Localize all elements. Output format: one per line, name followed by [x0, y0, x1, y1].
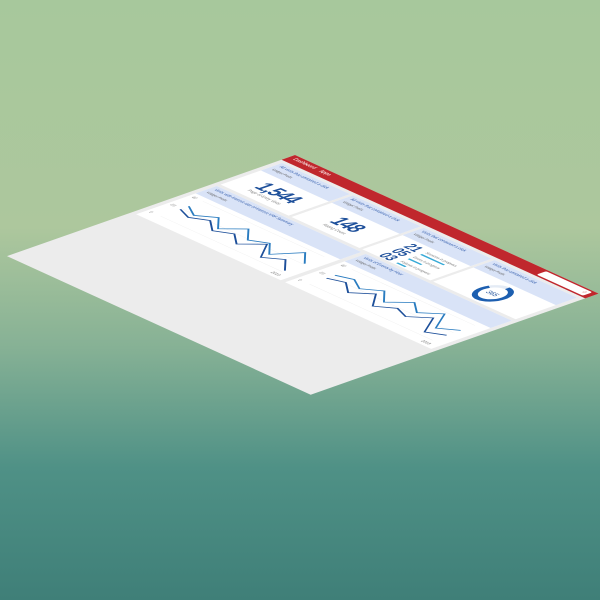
y-tick-label: 0	[297, 279, 305, 282]
y-tick-label: 40	[190, 196, 200, 200]
y-tick-label: 20	[318, 271, 328, 275]
y-tick-label: 0	[148, 211, 156, 214]
donut-value: 365	[483, 290, 502, 298]
scene: Dashboard Apps ⌕ All visits that contain…	[0, 0, 600, 600]
dashboard-panel: Dashboard Apps ⌕ All visits that contain…	[7, 155, 599, 395]
y-tick-label: 40	[339, 264, 349, 268]
grid-line	[309, 284, 433, 341]
search-icon[interactable]: ⌕	[579, 290, 590, 294]
nav-apps[interactable]: Apps	[317, 170, 333, 177]
y-tick-label: 20	[169, 203, 179, 207]
